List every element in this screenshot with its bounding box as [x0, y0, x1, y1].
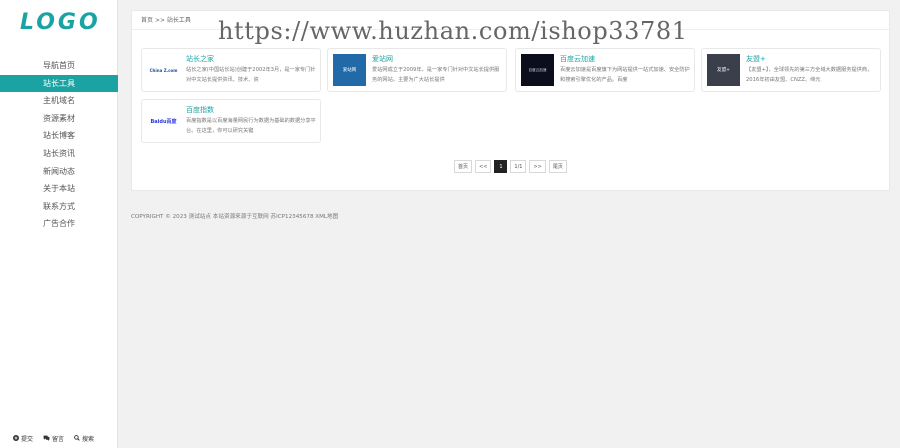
tool-card[interactable]: Baidu百度 百度指数 百度指数是以百度海量网民行为数据为基础的数据分享平台。… [141, 99, 321, 143]
tool-card-desc: 百度云加速是百度旗下为网站提供一站式加速、安全防护和搜索引擎优化的产品。百度 [560, 67, 690, 83]
search-icon [74, 435, 80, 441]
breadcrumb: 首页 >> 站长工具 [132, 11, 889, 30]
footer-copyright: COPYRIGHT © 2023 测试站点 本站资源来源于互联网 苏ICP123… [131, 214, 339, 220]
plus-circle-icon [13, 435, 19, 441]
nav-item-contact[interactable]: 联系方式 [0, 198, 118, 216]
nav-menu: 导航首页 站长工具 主机域名 资源素材 站长博客 站长资讯 新闻动态 关于本站 … [0, 57, 118, 233]
baidu-cloud-logo-text: 百度云加速 [528, 67, 547, 72]
nav-item-home[interactable]: 导航首页 [0, 57, 118, 75]
main-panel: 首页 >> 站长工具 China Z.com 站长之家 站长之家(中国站长站)创… [131, 10, 890, 191]
tool-card[interactable]: 百度云加速 百度云加速 百度云加速是百度旗下为网站提供一站式加速、安全防护和搜索… [515, 48, 695, 92]
tool-card-desc: 爱站网成立于2009年，是一家专门针对中文站长提供服务的网站，主要为广大站长提供 [372, 67, 500, 83]
search-label: 搜索 [82, 435, 95, 443]
tool-card-title[interactable]: 百度指数 [186, 105, 214, 115]
breadcrumb-separator: >> [154, 17, 165, 24]
umeng-logo: 友盟+ [707, 54, 740, 86]
tool-card[interactable]: 友盟+ 友盟+ 【友盟+】，全球领先的第三方全域大数据服务提供商，2016年初由… [701, 48, 881, 92]
tool-card-desc: 【友盟+】，全球领先的第三方全域大数据服务提供商，2016年初由友盟、CNZZ、… [746, 67, 873, 83]
tool-card-title[interactable]: 百度云加速 [560, 54, 595, 64]
nav-item-tools[interactable]: 站长工具 [0, 74, 118, 93]
aizhan-logo: 爱站网 [333, 54, 366, 86]
tool-card-title[interactable]: 友盟+ [746, 54, 766, 64]
submit-label: 提交 [21, 435, 34, 443]
tool-card-title[interactable]: 爱站网 [372, 54, 393, 64]
submit-button[interactable]: 提交 [13, 434, 33, 443]
logo[interactable]: LOGO [20, 10, 101, 35]
nav-item-hosting[interactable]: 主机域名 [0, 92, 118, 110]
tool-card-desc: 站长之家(中国站长站)创建于2002年3月，是一家专门针对中文站长提供资讯、技术… [186, 67, 316, 83]
search-button[interactable]: 搜索 [74, 434, 94, 443]
nav-item-blog[interactable]: 站长博客 [0, 127, 118, 145]
breadcrumb-current: 站长工具 [166, 17, 191, 24]
comment-button[interactable]: 留言 [43, 434, 64, 443]
bottom-toolbar: 提交 留言 搜索 [0, 428, 118, 448]
baidu-cloud-logo: 百度云加速 [521, 54, 554, 86]
tool-card[interactable]: China Z.com 站长之家 站长之家(中国站长站)创建于2002年3月，是… [141, 48, 321, 92]
aizhan-logo-text: 爱站网 [342, 68, 357, 73]
umeng-logo-text: 友盟+ [717, 68, 730, 73]
baidu-index-logo-text: Baidu百度 [150, 118, 177, 125]
baidu-index-logo: Baidu百度 [147, 105, 180, 137]
nav-item-news[interactable]: 新闻动态 [0, 163, 118, 181]
tool-card[interactable]: 爱站网 爱站网 爱站网成立于2009年，是一家专门针对中文站长提供服务的网站，主… [327, 48, 507, 92]
chinaz-logo-text: China Z.com [149, 67, 178, 73]
breadcrumb-home[interactable]: 首页 [141, 17, 153, 24]
comment-icon [43, 435, 50, 441]
tool-card-desc: 百度指数是以百度海量网民行为数据为基础的数据分享平台。在这里，你可以研究关键 [186, 118, 316, 134]
nav-item-news-webmaster[interactable]: 站长资讯 [0, 145, 118, 163]
tool-card-title[interactable]: 站长之家 [186, 54, 214, 64]
nav-item-resources[interactable]: 资源素材 [0, 110, 118, 128]
page-last-button[interactable]: 尾页 [548, 160, 567, 173]
chinaz-logo: China Z.com [147, 54, 180, 86]
page-total: 1/1 [510, 160, 527, 173]
page-prev-button[interactable]: << [475, 160, 492, 173]
page-next-button[interactable]: >> [529, 160, 546, 173]
page-current[interactable]: 1 [494, 160, 508, 173]
nav-item-ads[interactable]: 广告合作 [0, 215, 118, 233]
page-first-button[interactable]: 首页 [454, 160, 473, 173]
sidebar: LOGO 导航首页 站长工具 主机域名 资源素材 站长博客 站长资讯 新闻动态 … [0, 0, 118, 448]
nav-item-about[interactable]: 关于本站 [0, 180, 118, 198]
comment-label: 留言 [52, 435, 65, 443]
pagination: 首页 << 1 1/1 >> 尾页 [454, 160, 567, 173]
